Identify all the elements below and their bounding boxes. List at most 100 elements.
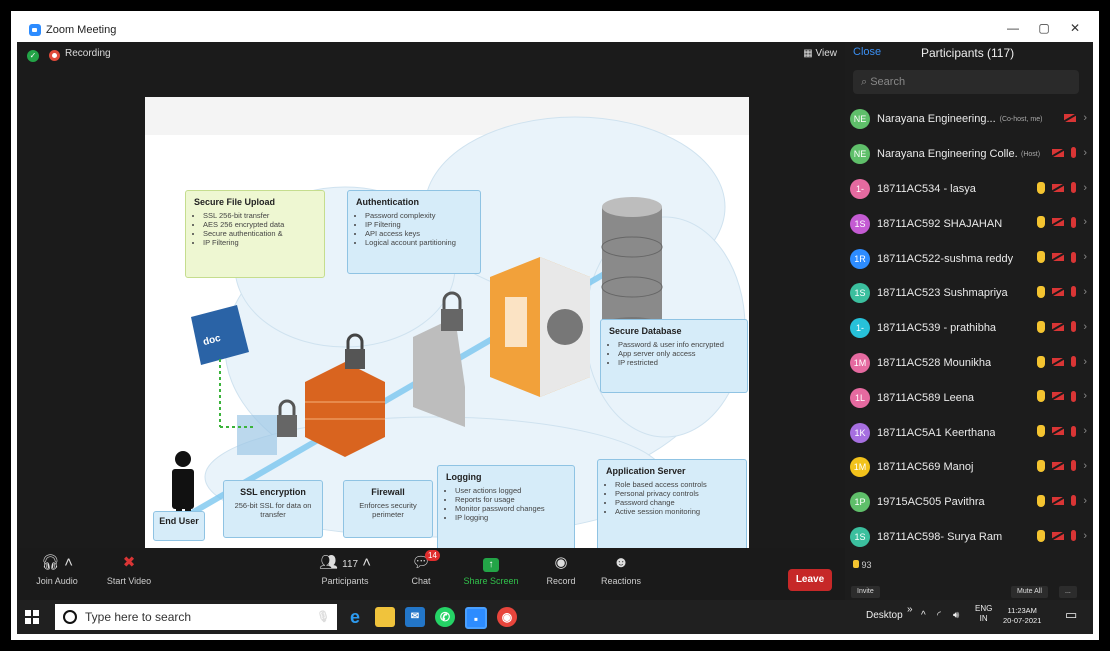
avatar: 1M [850,457,870,478]
minimize-button[interactable]: — [1002,21,1024,35]
close-window-button[interactable]: ✕ [1064,21,1086,35]
file-explorer-icon[interactable] [375,607,395,627]
taskbar-search-input[interactable]: Type here to search [55,604,337,630]
language-indicator[interactable]: ENG IN [975,604,992,624]
chevron-right-icon[interactable]: › [1083,356,1087,368]
participant-name: 19715AC505 Pavithra [877,496,985,509]
participant-role: (Host) [1021,150,1041,158]
invite-button[interactable]: Invite [851,586,880,598]
participant-name: 18711AC522-sushma reddy [877,252,1014,265]
zoom-app-icon[interactable]: ▪ [465,607,487,629]
participant-row[interactable]: 1M 18711AC569 Manoj › [845,450,1093,485]
shared-screen-slide: doc Secure File Upload SSL 256-bit trans… [145,97,749,549]
more-button[interactable]: ... [1059,586,1077,598]
view-button[interactable]: ▦ View [803,48,837,59]
chevron-right-icon[interactable]: › [1083,182,1087,194]
reactions-button[interactable]: ☻ Reactions [595,554,647,586]
participants-icon: 👥︎ 117 ˄ [318,554,372,571]
participant-row[interactable]: 1P 19715AC505 Pavithra › [845,485,1093,520]
close-panel-button[interactable]: Close [853,46,881,58]
participant-row[interactable]: 1L 18711AC589 Leena › [845,380,1093,415]
toolbar-chevron[interactable]: » [907,604,913,615]
muted-mic-icon [1071,321,1077,333]
chevron-right-icon[interactable]: › [1083,425,1087,437]
participant-status-icons: › [1037,390,1087,403]
clock[interactable]: 11:23AM 20-07-2021 [1003,606,1041,626]
notifications-icon[interactable]: ▭ [1065,607,1077,623]
chrome-icon[interactable]: ◉ [497,607,517,627]
avatar: 1S [850,283,870,304]
chat-badge: 14 [425,550,440,561]
list-item: Password & user info encrypted [618,340,739,349]
participant-status-icons: › [1064,112,1087,124]
mute-all-button[interactable]: Mute All [1011,586,1048,598]
ssl-encryption-text: 256-bit SSL for data on transfer [234,501,312,519]
avatar: 1- [850,318,870,339]
security-shield-icon[interactable]: ✓ [27,50,39,62]
zoom-logo-icon [29,24,41,36]
muted-mic-icon [1071,530,1077,542]
participant-row[interactable]: 1- 18711AC539 - prathibha › [845,311,1093,346]
show-hidden-icons-icon[interactable]: ^ [921,610,926,621]
chat-button[interactable]: 💬︎ 14 Chat [401,550,441,586]
search-placeholder: Search [870,76,906,88]
share-screen-button[interactable]: ↑ Share Screen [455,554,527,586]
muted-mic-icon [1071,182,1077,194]
record-button[interactable]: ◉ Record [539,554,583,586]
chevron-right-icon[interactable]: › [1083,251,1087,263]
participant-row[interactable]: NE Narayana Engineering Colle... (Host) › [845,137,1093,172]
edge-browser-icon[interactable]: e [345,607,365,627]
participant-row[interactable]: NE Narayana Engineering... (Co-host, me) › [845,102,1093,137]
avatar: 1S [850,526,870,547]
list-item: Monitor password changes [455,504,566,513]
hand-icon [853,560,859,568]
participant-row[interactable]: 1S 18711AC523 Sushmapriya › [845,276,1093,311]
participants-button[interactable]: 👥︎ 117 ˄ Participants [309,554,381,586]
authentication-box: Authentication Password complexity IP Fi… [347,190,481,274]
participant-status-icons: › [1037,529,1087,542]
chevron-right-icon[interactable]: › [1083,286,1087,298]
participant-list: NE Narayana Engineering... (Co-host, me) › N… [845,102,1093,554]
network-icon[interactable]: ◜ [937,610,941,621]
leave-button[interactable]: Leave [788,569,832,591]
share-screen-label: Share Screen [463,576,519,586]
authentication-title: Authentication [356,197,419,207]
list-item: App server only access [618,349,739,358]
participant-name: 18711AC589 Leena [877,391,975,404]
participant-row[interactable]: 1- 18711AC534 - lasya › [845,172,1093,207]
participant-row[interactable]: 1S 18711AC592 SHAJAHAN › [845,206,1093,241]
chevron-right-icon[interactable]: › [1083,390,1087,402]
participant-row[interactable]: 1M 18711AC528 Mounikha › [845,346,1093,381]
whatsapp-icon[interactable]: ✆ [435,607,455,627]
ssl-encryption-title: SSL encryption [240,487,306,497]
chevron-right-icon[interactable]: › [1083,321,1087,333]
video-off-icon [1064,114,1077,122]
chevron-right-icon[interactable]: › [1083,460,1087,472]
clock-time: 11:23AM [1007,606,1037,615]
chevron-right-icon[interactable]: › [1083,495,1087,507]
chevron-right-icon[interactable]: › [1083,530,1087,542]
raised-hands-count: 93 [853,560,872,570]
maximize-button[interactable]: ▢ [1033,21,1055,35]
mail-icon[interactable]: ✉ [405,607,425,627]
chevron-right-icon[interactable]: › [1083,147,1087,159]
meeting-area: ✓ Recording ▦ View doc Secure File Uploa… [17,42,845,549]
microphone-icon[interactable]: 🎙︎ [313,607,333,627]
start-video-button[interactable]: ✖ Start Video [97,554,161,586]
participant-row[interactable]: 1K 18711AC5A1 Keerthana › [845,415,1093,450]
participant-row[interactable]: 1R 18711AC522-sushma reddy › [845,241,1093,276]
recording-label: Recording [65,48,111,59]
share-screen-icon: ↑ [455,554,527,572]
participant-status-icons: › [1037,216,1087,229]
participant-row[interactable]: 1S 18711AC598- Surya Ram › [845,520,1093,555]
window-title: Zoom Meeting [46,24,117,36]
chevron-right-icon[interactable]: › [1083,112,1087,124]
join-audio-button[interactable]: 🎧︎ ˄ Join Audio [29,554,85,586]
windows-start-icon[interactable] [25,610,39,624]
participant-search-input[interactable]: ⌕ Search [853,70,1079,94]
chevron-right-icon[interactable]: › [1083,216,1087,228]
volume-icon[interactable]: 🔊︎ [953,610,959,621]
desktop-toolbar[interactable]: Desktop [866,610,903,621]
list-item: Personal privacy controls [615,489,738,498]
muted-mic-icon [1071,216,1077,228]
